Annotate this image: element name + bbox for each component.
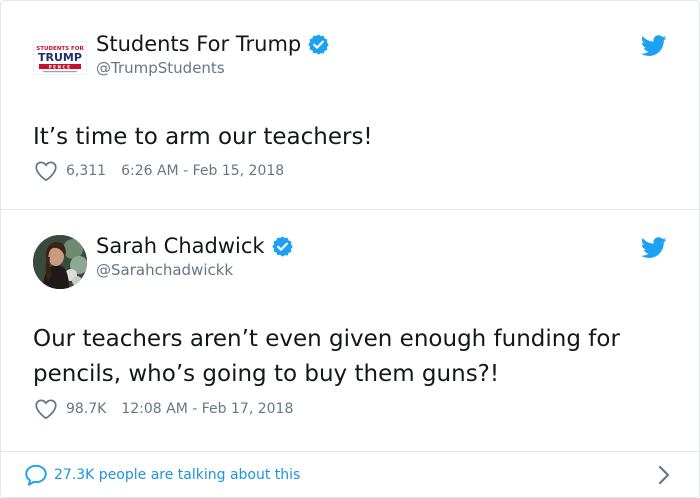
tweet-text: Our teachers aren’t even given enough fu… bbox=[33, 326, 620, 387]
tweet-students-for-trump[interactable]: STUDENTS FOR TRUMP PENCE Students For Tr… bbox=[1, 1, 699, 210]
students-for-trump-logo: STUDENTS FOR TRUMP PENCE bbox=[33, 41, 87, 75]
people-talking-link[interactable]: 27.3K people are talking about this bbox=[54, 467, 300, 483]
profile-photo bbox=[33, 235, 87, 289]
timestamp[interactable]: 12:08 AM - Feb 17, 2018 bbox=[121, 401, 293, 417]
verified-badge-icon bbox=[308, 33, 330, 55]
twitter-bird-icon[interactable] bbox=[641, 35, 667, 57]
handle[interactable]: @Sarahchadwickk bbox=[96, 261, 233, 279]
twitter-bird-icon[interactable] bbox=[641, 237, 667, 259]
embedded-tweet-thread: STUDENTS FOR TRUMP PENCE Students For Tr… bbox=[0, 0, 700, 498]
speech-bubble-icon bbox=[25, 464, 47, 486]
logo-main-text: TRUMP bbox=[38, 51, 82, 64]
tweet-meta: 6,311 6:26 AM - Feb 15, 2018 bbox=[33, 158, 284, 184]
logo-bottom-text: PENCE bbox=[49, 64, 72, 69]
verified-badge-icon bbox=[271, 235, 293, 257]
chevron-right-icon[interactable] bbox=[657, 464, 671, 486]
avatar-sarah-chadwick[interactable] bbox=[33, 235, 87, 289]
like-count[interactable]: 98.7K bbox=[66, 401, 106, 417]
tweet-text: It’s time to arm our teachers! bbox=[33, 124, 373, 150]
tweet-sarah-chadwick[interactable]: Sarah Chadwick @Sarahchadwickk Our teach… bbox=[1, 210, 699, 452]
timestamp[interactable]: 6:26 AM - Feb 15, 2018 bbox=[121, 163, 284, 179]
display-name-row[interactable]: Sarah Chadwick bbox=[96, 234, 294, 258]
heart-icon[interactable] bbox=[33, 158, 59, 184]
conversation-footer[interactable]: 27.3K people are talking about this bbox=[1, 452, 699, 497]
display-name-row[interactable]: Students For Trump bbox=[96, 32, 330, 56]
handle[interactable]: @TrumpStudents bbox=[96, 59, 225, 77]
display-name[interactable]: Sarah Chadwick bbox=[96, 234, 265, 258]
avatar-students-for-trump[interactable]: STUDENTS FOR TRUMP PENCE bbox=[33, 31, 87, 85]
display-name[interactable]: Students For Trump bbox=[96, 32, 301, 56]
like-count[interactable]: 6,311 bbox=[66, 163, 106, 179]
heart-icon[interactable] bbox=[33, 396, 59, 422]
tweet-meta: 98.7K 12:08 AM - Feb 17, 2018 bbox=[33, 396, 293, 422]
